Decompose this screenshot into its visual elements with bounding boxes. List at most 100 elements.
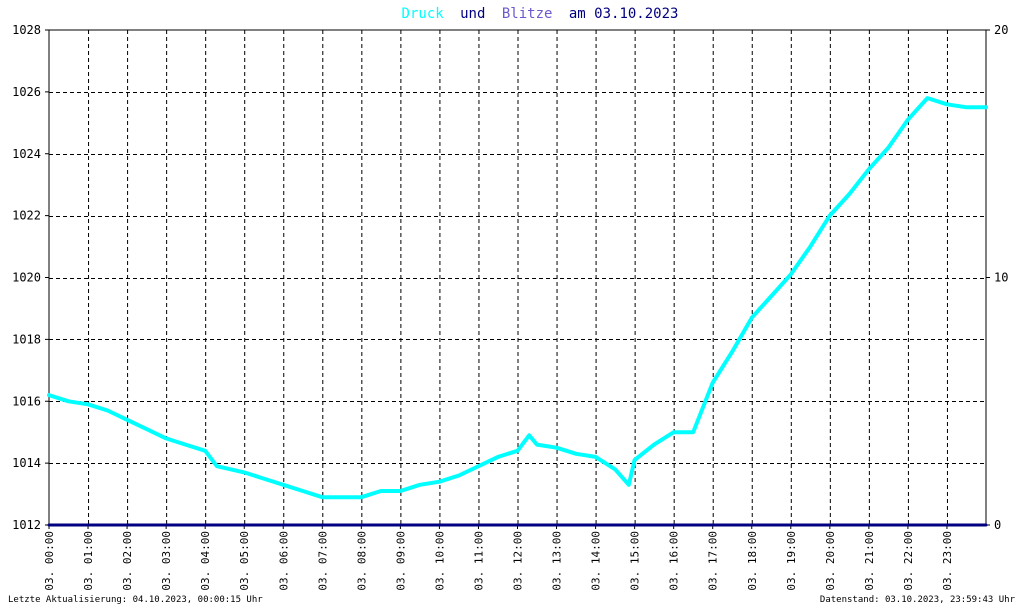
data-point-druck	[380, 490, 382, 492]
data-point-druck	[692, 431, 694, 433]
data-point-druck	[575, 453, 577, 455]
y-tick-label-left: 1012	[12, 518, 41, 532]
x-tick-label: 03. 16:00	[668, 531, 681, 591]
x-tick-label: 03. 05:00	[238, 531, 251, 591]
chart-svg: 101210141016101810201022102410261028 010…	[8, 6, 1016, 605]
title-series-blitze: Blitze	[502, 6, 553, 22]
data-point-druck	[751, 317, 753, 319]
footer-data-status: Datenstand: 03.10.2023, 23:59:43 Uhr	[820, 595, 1016, 605]
data-point-druck	[614, 468, 616, 470]
data-point-druck	[809, 245, 811, 248]
x-tick-label: 03. 06:00	[277, 531, 290, 591]
data-point-druck	[87, 403, 89, 405]
title-connector: und	[460, 6, 485, 22]
y-tick-label-right: 20	[994, 23, 1008, 37]
data-point-druck	[126, 419, 128, 421]
y-tick-label-left: 1022	[12, 209, 41, 223]
data-point-druck	[907, 119, 909, 121]
data-point-druck	[887, 146, 889, 149]
y-tick-label-right: 0	[994, 518, 1001, 532]
data-point-druck	[341, 496, 343, 498]
chart-title: Druck und Blitze am 03.10.2023	[402, 6, 679, 22]
x-tick-label: 03. 20:00	[824, 531, 837, 591]
x-tick-label: 03. 07:00	[316, 531, 329, 591]
data-point-druck	[438, 481, 441, 483]
data-point-druck	[106, 409, 109, 412]
data-point-blitze	[48, 524, 50, 526]
y-tick-label-left: 1028	[12, 23, 41, 37]
data-point-druck	[712, 382, 714, 384]
data-point-druck	[165, 437, 167, 439]
data-point-druck	[282, 484, 284, 486]
data-point-druck	[628, 484, 630, 486]
x-tick-label: 03. 08:00	[355, 531, 368, 591]
data-point-druck	[185, 443, 187, 446]
data-point-druck	[243, 471, 245, 474]
data-point-druck	[146, 428, 148, 430]
pressure-lightning-chart: 1012 1014 1016 1018 1020 1022 1024 1026 1028 0 10…	[0, 0, 1020, 606]
data-point-druck	[985, 106, 987, 108]
data-point-druck	[634, 459, 636, 461]
x-tick-label: 03. 03:00	[160, 531, 173, 591]
y-axis-right: 0 10 20	[986, 23, 1008, 532]
data-point-druck	[204, 450, 206, 452]
y-tick-label-left: 1024	[12, 147, 41, 161]
x-tick-label: 03. 23:00	[941, 531, 954, 591]
data-point-druck	[419, 484, 421, 486]
y-axis-left: 1012 1014 1016 1018 1020 1022 1024 1026 1028	[12, 23, 49, 532]
title-series-druck: Druck	[402, 6, 445, 22]
x-tick-label: 03. 14:00	[590, 531, 603, 591]
x-tick-label: 03. 00:00	[43, 531, 56, 591]
data-point-druck	[536, 443, 538, 446]
data-point-druck	[399, 490, 401, 492]
data-point-druck	[829, 215, 831, 217]
data-point-druck	[594, 456, 597, 458]
data-point-druck	[926, 97, 929, 99]
footer-last-update: Letzte Aktualisierung: 04.10.2023, 00:00…	[8, 595, 263, 605]
data-point-druck	[321, 496, 323, 498]
data-point-druck	[965, 106, 968, 108]
data-point-druck	[477, 465, 480, 467]
x-tick-label: 03. 19:00	[785, 531, 798, 591]
x-tick-label: 03. 15:00	[629, 531, 642, 591]
data-point-druck	[731, 351, 733, 353]
x-axis: 03. 00:00 03. 01:00 03. 02:00 03. 03:00 03. …	[43, 525, 954, 591]
y-tick-label-left: 1020	[12, 271, 41, 285]
y-tick-label-left: 1018	[12, 332, 41, 346]
data-point-druck	[216, 465, 218, 467]
data-point-druck	[458, 474, 460, 477]
data-point-druck	[868, 168, 870, 170]
x-tick-label: 03. 09:00	[394, 531, 407, 591]
data-point-druck	[528, 434, 530, 436]
x-tick-label: 03. 01:00	[82, 531, 95, 591]
x-tick-label: 03. 02:00	[121, 531, 134, 591]
data-point-druck	[848, 193, 850, 195]
data-point-druck	[790, 273, 792, 276]
y-tick-label-left: 1026	[12, 85, 41, 99]
data-point-blitze	[985, 524, 987, 526]
x-tick-label: 03. 22:00	[902, 531, 915, 591]
data-point-druck	[497, 456, 499, 458]
data-point-druck	[263, 477, 265, 480]
data-point-druck	[555, 447, 558, 449]
data-point-druck	[516, 450, 519, 452]
x-tick-label: 03. 13:00	[551, 531, 564, 591]
x-tick-label: 03. 17:00	[707, 531, 720, 591]
data-point-druck	[770, 295, 772, 297]
data-point-druck	[67, 400, 70, 402]
data-point-druck	[946, 103, 948, 105]
x-tick-label: 03. 12:00	[512, 531, 525, 591]
x-tick-label: 03. 21:00	[863, 531, 876, 591]
x-tick-label: 03. 04:00	[199, 531, 212, 591]
title-date: am 03.10.2023	[569, 6, 679, 22]
data-point-druck	[673, 431, 675, 433]
data-point-druck	[302, 490, 304, 492]
y-tick-label-left: 1016	[12, 394, 41, 408]
x-tick-label: 03. 11:00	[472, 531, 485, 591]
data-point-druck	[360, 496, 362, 498]
data-point-druck	[653, 443, 655, 446]
data-point-druck	[48, 394, 50, 396]
y-tick-label-right: 10	[994, 271, 1008, 285]
x-tick-label: 03. 18:00	[746, 531, 759, 591]
x-tick-label: 03. 10:00	[433, 531, 446, 591]
